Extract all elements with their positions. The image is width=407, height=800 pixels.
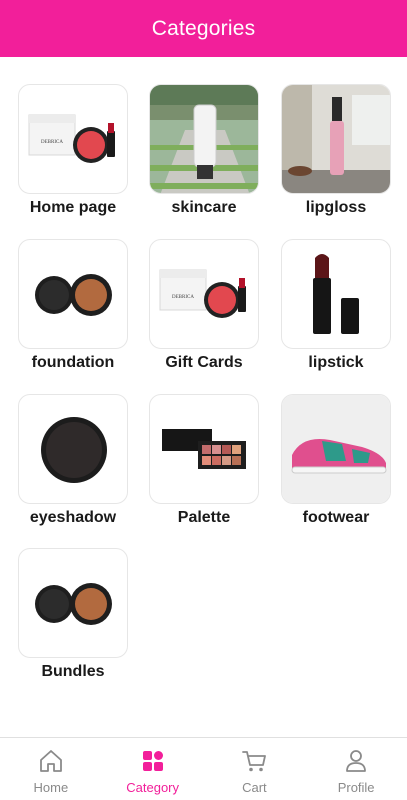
nav-item-home[interactable]: Home xyxy=(0,738,102,800)
category-image xyxy=(18,239,128,349)
category-label: Bundles xyxy=(41,663,105,680)
category-label: lipstick xyxy=(308,354,364,371)
grid-icon xyxy=(142,751,163,771)
category-card-lipgloss[interactable]: lipgloss xyxy=(281,84,391,217)
category-image xyxy=(281,84,391,194)
category-image xyxy=(281,239,391,349)
nav-label: Profile xyxy=(337,780,375,795)
page-title: Categories xyxy=(151,16,256,40)
svg-text:DEBRICA: DEBRICA xyxy=(172,295,194,300)
category-label: Gift Cards xyxy=(165,354,243,371)
category-label: foundation xyxy=(31,354,115,371)
category-image xyxy=(18,548,128,658)
category-label: Palette xyxy=(177,509,231,526)
category-image xyxy=(281,394,391,504)
category-image: DEBRICA xyxy=(149,239,259,349)
nav-label: Home xyxy=(33,780,69,795)
category-card-lipstick[interactable]: lipstick xyxy=(281,239,391,372)
category-card-skincare[interactable]: skincare xyxy=(149,84,259,217)
category-label: Home page xyxy=(29,199,117,216)
cart-icon xyxy=(242,751,267,772)
nav-item-profile[interactable]: Profile xyxy=(305,738,407,800)
category-card-footwear[interactable]: footwear xyxy=(281,394,391,527)
nav-label: Category xyxy=(126,780,179,795)
nav-item-cart[interactable]: Cart xyxy=(204,738,306,800)
category-card-home-page[interactable]: DEBRICA Home page xyxy=(18,84,128,217)
bottom-navigation: Home Category Cart Profile xyxy=(0,737,407,800)
profile-icon xyxy=(346,750,367,772)
category-card-foundation[interactable]: foundation xyxy=(18,239,128,372)
svg-text:DEBRICA: DEBRICA xyxy=(41,140,63,145)
category-image xyxy=(18,394,128,504)
nav-item-category[interactable]: Category xyxy=(102,738,204,800)
category-label: eyeshadow xyxy=(29,509,117,526)
category-image: DEBRICA xyxy=(18,84,128,194)
app-header: Categories xyxy=(0,0,407,57)
home-icon xyxy=(39,750,62,772)
category-card-bundles[interactable]: Bundles xyxy=(18,548,128,681)
nav-label: Cart xyxy=(242,780,267,795)
category-card-palette[interactable]: Palette xyxy=(149,394,259,527)
category-label: lipgloss xyxy=(305,199,367,216)
category-card-eyeshadow[interactable]: eyeshadow xyxy=(18,394,128,527)
category-image xyxy=(149,84,259,194)
category-label: skincare xyxy=(171,199,237,216)
category-image xyxy=(149,394,259,504)
category-card-gift-cards[interactable]: DEBRICA Gift Cards xyxy=(149,239,259,372)
category-label: footwear xyxy=(302,509,370,526)
